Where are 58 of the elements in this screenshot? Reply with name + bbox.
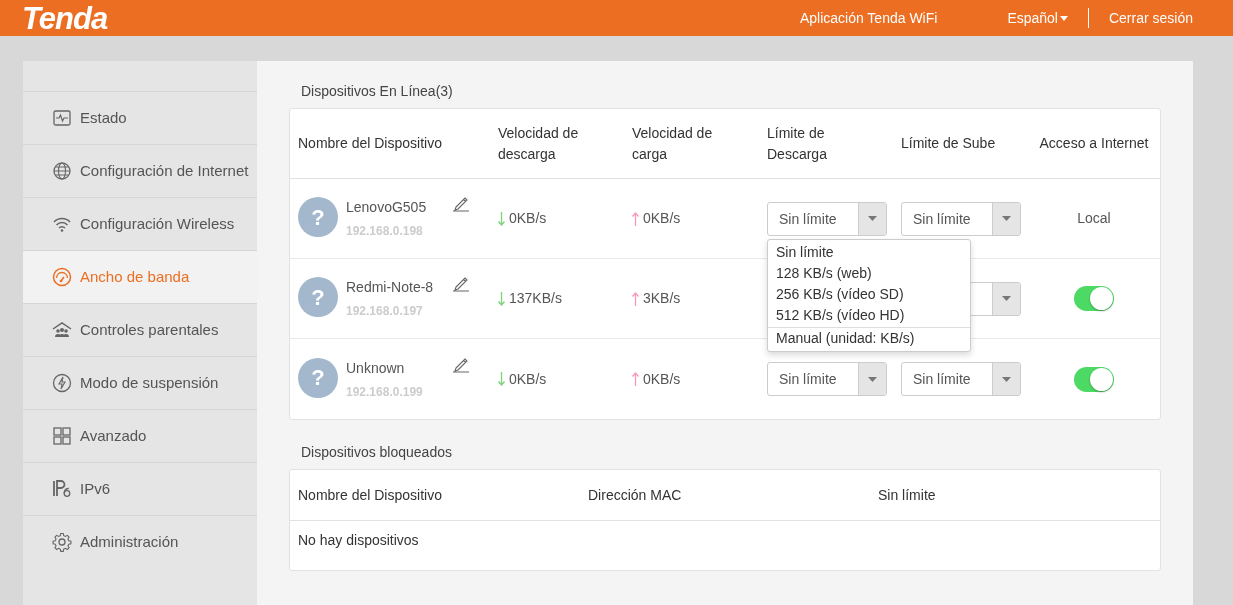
gauge-icon [52, 267, 72, 287]
down-arrow-icon [498, 211, 505, 226]
up-arrow-icon [632, 291, 639, 306]
device-name: Unknown [346, 358, 406, 378]
column-header: Nombre del Dispositivo [298, 485, 443, 505]
caret-icon [868, 376, 877, 382]
pencil-icon[interactable] [452, 195, 470, 212]
caret-icon [1002, 216, 1011, 221]
grid-icon [52, 426, 72, 446]
download-limit-select[interactable]: Sin límite [767, 201, 887, 236]
download-speed: 0KB/s [509, 209, 547, 228]
download-speed: 137KB/s [509, 289, 562, 308]
logo: Tenda [22, 2, 108, 34]
download-speed: 0KB/s [509, 369, 547, 389]
column-header: Velocidad de carga [632, 123, 714, 164]
caret-icon [868, 216, 877, 221]
column-header: Nombre del Dispositivo [298, 134, 443, 153]
upload-speed: 3KB/s [643, 289, 681, 308]
gear-icon [52, 532, 72, 552]
section-title: Dispositivos En Línea(3) [301, 82, 454, 101]
empty-message: No hay dispositivos [298, 532, 419, 548]
upload-speed: 0KB/s [643, 209, 681, 228]
download-limit-select[interactable]: Sin límite [767, 362, 887, 396]
dropdown-option[interactable]: 512 KB/s (vídeo HD) [768, 304, 970, 326]
lightning-icon [52, 373, 72, 393]
device-name: LenovoG505 [346, 198, 428, 217]
column-header: Límite de Descarga [767, 123, 828, 164]
avatar: ? [298, 277, 338, 317]
column-header: Acceso a Internet [1038, 134, 1150, 153]
up-arrow-icon [632, 211, 639, 226]
people-icon [52, 320, 72, 340]
up-arrow-icon [632, 372, 639, 386]
avatar: ? [298, 357, 338, 398]
column-header: Sin límite [878, 485, 937, 505]
column-header: Límite de Sube [901, 134, 997, 153]
down-arrow-icon [498, 291, 505, 306]
column-header: Dirección MAC [588, 485, 683, 505]
section-title: Dispositivos bloqueados [301, 443, 453, 462]
internet-access-toggle[interactable] [1074, 286, 1114, 311]
device-name: Redmi-Note-8 [346, 278, 435, 297]
ipv6-icon [52, 479, 72, 499]
upload-limit-select[interactable]: Sin límite [901, 362, 1021, 396]
dropdown-option[interactable]: 128 KB/s (web) [768, 262, 970, 284]
access-status: Local [1077, 209, 1111, 228]
internet-access-toggle[interactable] [1074, 366, 1114, 392]
monitor-icon [52, 108, 72, 128]
caret-icon [1002, 376, 1011, 382]
globe-icon [52, 161, 72, 181]
pencil-icon[interactable] [452, 275, 470, 292]
dropdown-option[interactable]: Sin límite [768, 241, 970, 263]
caret-icon [1059, 16, 1068, 22]
dropdown-option[interactable]: 256 KB/s (vídeo SD) [768, 283, 970, 305]
upload-limit-select[interactable]: Sin límite [901, 201, 1021, 236]
upload-speed: 0KB/s [643, 369, 681, 389]
avatar: ? [298, 197, 338, 237]
down-arrow-icon [498, 372, 505, 386]
column-header: Velocidad de descarga [498, 123, 580, 164]
caret-icon [1002, 296, 1011, 301]
